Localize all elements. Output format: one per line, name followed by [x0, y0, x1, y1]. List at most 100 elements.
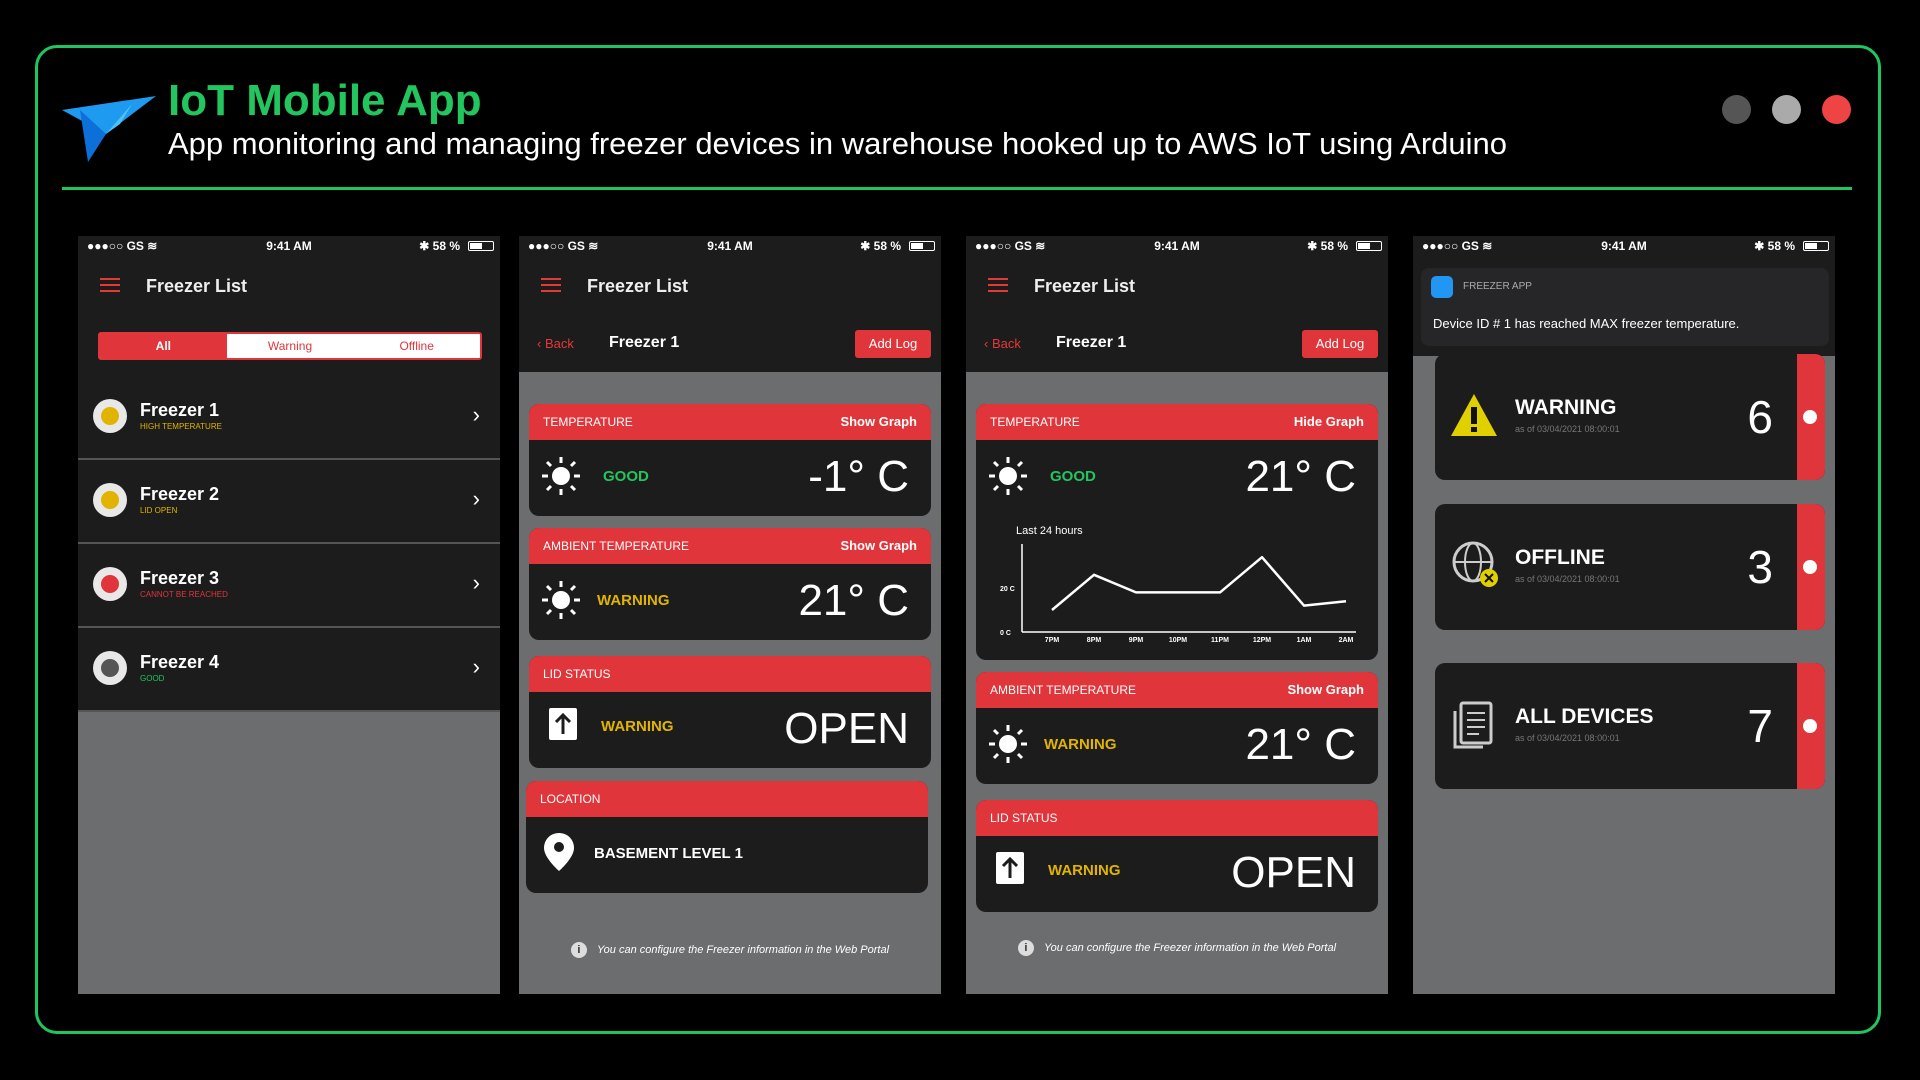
device-name: Freezer 1 — [609, 334, 680, 351]
temperature-line-chart: Last 24 hours 20 C 0 C 7PM 8PM 9PM 10PM 11PM 12P… — [1000, 525, 1356, 644]
hide-graph-button[interactable]: Hide Graph — [1294, 414, 1364, 429]
notification-message: Device ID # 1 has reached MAX freezer te… — [1433, 316, 1740, 331]
summary-count: 7 — [1747, 700, 1773, 752]
warning-icon — [93, 483, 127, 517]
detail-sub-bar: ‹ Back Freezer 1 Add Log — [966, 316, 1388, 372]
add-log-button[interactable]: Add Log — [1302, 330, 1378, 358]
x-tick-label: 9PM — [1129, 637, 1144, 644]
sun-icon — [542, 581, 580, 619]
location-value: BASEMENT LEVEL 1 — [594, 845, 743, 862]
freezer-name: Freezer 4 — [140, 652, 220, 672]
detail-sub-bar: ‹ Back Freezer 1 Add Log — [519, 316, 941, 372]
battery-label: ✱ 58 % — [860, 239, 901, 253]
lid-status-card: LID STATUS WARNING OPEN — [529, 656, 931, 768]
freezer-list: Freezer 1 HIGH TEMPERATURE › Freezer 2 L… — [78, 376, 500, 712]
device-list-icon — [1453, 701, 1493, 749]
segment-all[interactable]: All — [100, 334, 227, 358]
phone-screen-dashboard: ●●●○○ GS ≋ 9:41 AM ✱ 58 % FREEZER APP De… — [1413, 236, 1835, 994]
check-icon — [93, 651, 127, 685]
back-label: Back — [991, 336, 1021, 351]
summary-label: OFFLINE — [1515, 546, 1605, 569]
show-graph-button[interactable]: Show Graph — [1287, 682, 1364, 697]
header-divider — [62, 187, 1852, 190]
offline-icon — [93, 567, 127, 601]
freezer-list-item[interactable]: Freezer 3 CANNOT BE REACHED › — [78, 544, 500, 628]
phone-screen-freezer-detail: ●●●○○ GS ≋ 9:41 AM ✱ 58 % Freezer List ‹… — [519, 236, 941, 994]
lid-status-card: LID STATUS WARNING OPEN — [976, 800, 1378, 912]
card-title: LOCATION — [540, 792, 601, 806]
status-bar: ●●●○○ GS ≋ 9:41 AM ✱ 58 % — [78, 236, 500, 256]
summary-open-tab[interactable] — [1797, 663, 1825, 789]
freezer-name: Freezer 3 — [140, 568, 220, 588]
page-subtitle: App monitoring and managing freezer devi… — [168, 126, 1507, 161]
summary-card-all-devices[interactable]: ALL DEVICES as of 03/04/2021 08:00:01 7 — [1435, 663, 1825, 789]
summary-card-warning[interactable]: WARNING as of 03/04/2021 08:00:01 6 — [1435, 354, 1825, 480]
summary-as-of: as of 03/04/2021 08:00:01 — [1515, 733, 1620, 743]
y-tick-label: 0 C — [1000, 630, 1011, 637]
lid-open-icon — [996, 852, 1024, 884]
ambient-temperature-card: AMBIENT TEMPERATURE Show Graph WARNING 21… — [976, 672, 1378, 784]
status-bar: ●●●○○ GS ≋ 9:41 AM ✱ 58 % — [966, 236, 1388, 256]
summary-open-tab[interactable] — [1797, 354, 1825, 480]
freezer-list-item[interactable]: Freezer 2 LID OPEN › — [78, 460, 500, 544]
temperature-status: GOOD — [603, 468, 649, 485]
chevron-right-icon: › — [472, 654, 480, 679]
battery-icon — [1356, 241, 1382, 251]
battery-label: ✱ 58 % — [1754, 239, 1795, 253]
summary-card-offline[interactable]: OFFLINE as of 03/04/2021 08:00:01 3 — [1435, 504, 1825, 630]
info-note: i You can configure the Freezer informati… — [966, 940, 1388, 956]
summary-as-of: as of 03/04/2021 08:00:01 — [1515, 574, 1620, 584]
card-title: TEMPERATURE — [990, 415, 1080, 429]
nav-bar: Freezer List — [519, 256, 941, 316]
back-button[interactable]: ‹ Back — [984, 336, 1021, 351]
lid-status: WARNING — [1048, 862, 1121, 879]
freezer-list-item[interactable]: Freezer 4 GOOD › — [78, 628, 500, 712]
nav-title: Freezer List — [146, 276, 248, 296]
card-title: LID STATUS — [990, 811, 1058, 825]
show-graph-button[interactable]: Show Graph — [840, 538, 917, 553]
summary-label: WARNING — [1515, 396, 1617, 419]
window-dot-maximize[interactable] — [1772, 95, 1801, 124]
segment-warning[interactable]: Warning — [227, 334, 354, 358]
menu-icon[interactable] — [100, 278, 120, 292]
freezer-status: HIGH TEMPERATURE — [140, 422, 222, 431]
nav-bar: Freezer List — [78, 256, 500, 316]
summary-open-tab[interactable] — [1797, 504, 1825, 630]
temperature-status: GOOD — [1050, 468, 1096, 485]
freezer-status: GOOD — [140, 674, 165, 683]
push-notification[interactable]: FREEZER APP Device ID # 1 has reached MA… — [1421, 268, 1829, 346]
back-button[interactable]: ‹ Back — [537, 336, 574, 351]
card-title: AMBIENT TEMPERATURE — [990, 683, 1137, 697]
info-text: You can configure the Freezer informatio… — [1043, 941, 1337, 954]
x-tick-label: 8PM — [1087, 637, 1102, 644]
arrow-right-icon — [1803, 560, 1817, 574]
chevron-right-icon: › — [472, 486, 480, 511]
window-dot-close[interactable] — [1822, 95, 1851, 124]
x-tick-label: 1AM — [1297, 637, 1312, 644]
temperature-value: 21° C — [1245, 452, 1356, 501]
ambient-status: WARNING — [1044, 736, 1117, 753]
freezer-status: CANNOT BE REACHED — [140, 590, 228, 599]
page-title: IoT Mobile App — [168, 76, 482, 125]
sun-icon — [989, 725, 1027, 763]
status-bar: ●●●○○ GS ≋ 9:41 AM ✱ 58 % — [1413, 236, 1835, 256]
freezer-list-item[interactable]: Freezer 1 HIGH TEMPERATURE › — [78, 376, 500, 460]
add-log-button[interactable]: Add Log — [855, 330, 931, 358]
app-icon — [1431, 276, 1453, 298]
back-label: Back — [544, 336, 574, 351]
lid-status: WARNING — [601, 718, 674, 735]
freezer-status: LID OPEN — [140, 506, 178, 515]
menu-icon[interactable] — [541, 278, 561, 292]
temperature-card: TEMPERATURE Show Graph GOOD -1° C — [529, 404, 931, 516]
card-title: TEMPERATURE — [543, 415, 633, 429]
window-dot-minimize[interactable] — [1722, 95, 1751, 124]
segment-offline[interactable]: Offline — [353, 334, 480, 358]
show-graph-button[interactable]: Show Graph — [840, 414, 917, 429]
summary-as-of: as of 03/04/2021 08:00:01 — [1515, 424, 1620, 434]
summary-count: 6 — [1747, 391, 1773, 443]
battery-icon — [909, 241, 935, 251]
battery-icon — [1803, 241, 1829, 251]
ambient-temperature-card: AMBIENT TEMPERATURE Show Graph WARNING 21… — [529, 528, 931, 640]
menu-icon[interactable] — [988, 278, 1008, 292]
x-tick-label: 11PM — [1211, 637, 1229, 644]
